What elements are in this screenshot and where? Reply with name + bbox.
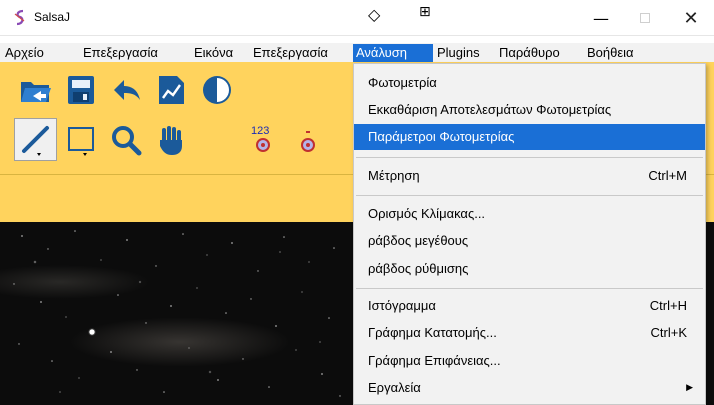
maximize-button[interactable] (622, 0, 668, 36)
menu-bar: Αρχείο Επεξεργασία Εικόνα Επεξεργασία Αν… (0, 43, 714, 63)
menu-item-photometry[interactable]: Φωτομετρία (354, 70, 705, 96)
save-button[interactable] (59, 68, 102, 111)
photometry-numbered-tool-button[interactable]: 123 (241, 118, 284, 161)
shortcut-label: Ctrl+K (650, 325, 687, 340)
menu-window[interactable]: Παράθυρο (496, 44, 563, 63)
menu-file[interactable]: Αρχείο (2, 44, 47, 63)
menu-item-tools[interactable]: Εργαλεία ▶ (354, 375, 705, 401)
menu-item-label: ράβδος ρύθμισης (368, 261, 469, 276)
menu-item-label: ράβδος μεγέθους (368, 233, 469, 248)
app-logo-icon (14, 9, 25, 26)
undo-icon (113, 79, 140, 100)
save-icon (67, 75, 94, 104)
open-icon (20, 81, 51, 102)
menu-item-label: Μέτρηση (368, 168, 420, 183)
hand-tool-button[interactable] (149, 118, 192, 161)
menu-item-label: Γράφημα Κατατομής... (368, 325, 497, 340)
hand-icon (159, 125, 182, 155)
title-bar: SalsaJ ◇ ⊞ — ✕ (0, 0, 714, 36)
line-tool-button[interactable] (14, 118, 57, 161)
chart-icon (158, 75, 184, 104)
menu-separator (356, 288, 703, 289)
menu-plugins[interactable]: Plugins (434, 44, 483, 63)
menu-item-label: Φωτομετρία (368, 75, 437, 90)
menu-item-label: Γράφημα Επιφάνειας... (368, 353, 501, 368)
menu-edit[interactable]: Επεξεργασία (80, 44, 161, 63)
menu-item-histogram[interactable]: Ιστόγραμμα Ctrl+H (354, 293, 705, 319)
rectangle-tool-icon (67, 126, 94, 156)
shortcut-label: Ctrl+H (649, 298, 687, 313)
menu-item-surface-plot[interactable]: Γράφημα Επιφάνειας... (354, 348, 705, 374)
contrast-icon (202, 75, 231, 104)
shortcut-label: Ctrl+M (648, 168, 687, 183)
minimize-button[interactable]: — (578, 0, 624, 36)
menu-item-label: Ιστόγραμμα (368, 298, 436, 313)
open-button[interactable] (14, 68, 57, 111)
menu-help[interactable]: Βοήθεια (584, 44, 637, 63)
pin-icon[interactable]: ◇ (368, 5, 380, 24)
line-tool-icon (21, 125, 49, 156)
analysis-menu-dropdown: Φωτομετρία Εκκαθάριση Αποτελεσμάτων Φωτο… (353, 63, 706, 405)
menu-item-measure[interactable]: Μέτρηση Ctrl+M (354, 163, 705, 189)
maximize-icon (640, 13, 650, 23)
menu-image[interactable]: Εικόνα (191, 44, 236, 63)
close-button[interactable]: ✕ (668, 0, 714, 36)
menu-item-calibration-bar[interactable]: ράβδος ρύθμισης (354, 256, 705, 282)
photometry-numbered-icon: 123 (251, 125, 270, 152)
menu-item-label: Παράμετροι Φωτομετρίας (368, 129, 515, 144)
rectangle-tool-button[interactable] (59, 118, 102, 161)
menu-item-scale-bar[interactable]: ράβδος μεγέθους (354, 228, 705, 254)
photometry-tool-button[interactable] (286, 118, 329, 161)
magnifier-icon (111, 125, 141, 155)
numbered-label: 123 (251, 125, 269, 137)
menu-item-label: Ορισμός Κλίμακας... (368, 206, 486, 221)
menu-item-plot-profile[interactable]: Γράφημα Κατατομής... Ctrl+K (354, 320, 705, 346)
menu-item-photometry-parameters[interactable]: Παράμετροι Φωτομετρίας (354, 124, 705, 150)
photometry-icon (300, 130, 315, 152)
window-title: SalsaJ (34, 10, 71, 24)
menu-item-label: Εκκαθάριση Αποτελεσμάτων Φωτομετρίας (368, 102, 612, 117)
menu-process[interactable]: Επεξεργασία (250, 44, 331, 63)
menu-item-label: Εργαλεία (368, 380, 421, 395)
menu-item-clear-photometry-results[interactable]: Εκκαθάριση Αποτελεσμάτων Φωτομετρίας (354, 97, 705, 123)
window-layout-icon[interactable]: ⊞ (419, 4, 431, 20)
chart-button[interactable] (149, 68, 192, 111)
undo-button[interactable] (104, 68, 147, 111)
contrast-button[interactable] (195, 68, 238, 111)
magnifier-tool-button[interactable] (104, 118, 147, 161)
menu-separator (356, 195, 703, 196)
menu-separator (356, 157, 703, 158)
submenu-arrow-icon: ▶ (686, 383, 693, 393)
menu-item-set-scale[interactable]: Ορισμός Κλίμακας... (354, 201, 705, 227)
menu-analysis[interactable]: Ανάλυση (353, 44, 433, 63)
